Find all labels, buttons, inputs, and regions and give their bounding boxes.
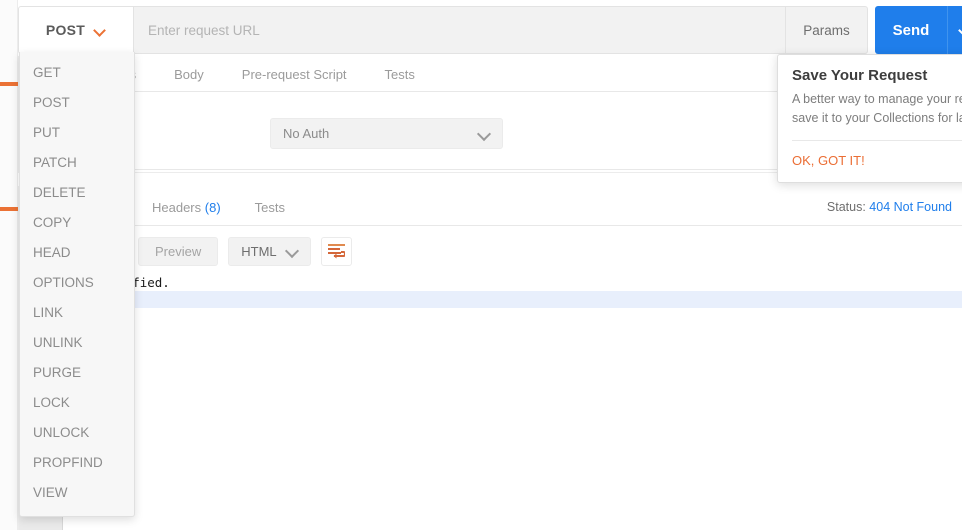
- code-line-selected: [60, 291, 962, 308]
- method-item-purge[interactable]: PURGE: [20, 358, 134, 388]
- response-format-value: HTML: [241, 243, 277, 259]
- response-tab-headers[interactable]: Headers (8): [135, 190, 238, 225]
- method-item-unlink[interactable]: UNLINK: [20, 328, 134, 358]
- chevron-down-icon: [478, 128, 490, 140]
- word-wrap-toggle[interactable]: [320, 236, 352, 266]
- status-label: Status:: [826, 200, 866, 214]
- url-input-placeholder: Enter request URL: [148, 22, 260, 38]
- status-value: 404 Not Found: [869, 200, 952, 214]
- send-button[interactable]: Send: [875, 6, 947, 54]
- status-badge: Status: 404 Not Found: [827, 190, 952, 225]
- code-line: le specified.: [60, 274, 962, 291]
- method-item-put[interactable]: PUT: [20, 118, 134, 148]
- method-item-post[interactable]: POST: [20, 88, 134, 118]
- save-popover-body-line-1: A better way to manage your re: [792, 92, 962, 106]
- chevron-down-icon: [286, 245, 298, 257]
- postman-window: POST Enter request URL Params Send Heade…: [0, 0, 962, 530]
- save-request-popover: Save Your Request A better way to manage…: [777, 54, 962, 183]
- word-wrap-icon: [327, 243, 345, 258]
- method-item-head[interactable]: HEAD: [20, 238, 134, 268]
- send-button-label: Send: [892, 21, 930, 39]
- url-input[interactable]: Enter request URL: [134, 6, 786, 54]
- save-popover-dismiss-button[interactable]: OK, GOT IT!: [778, 141, 962, 182]
- save-popover-body-line-2: save it to your Collections for la: [792, 111, 962, 125]
- preview-button-label: Preview: [155, 243, 202, 259]
- save-popover-body: A better way to manage your re save it t…: [778, 90, 962, 140]
- method-item-copy[interactable]: COPY: [20, 208, 134, 238]
- method-select-label: POST: [45, 22, 86, 38]
- chevron-down-icon: [959, 25, 962, 36]
- sidebar-accent-marker-2: [0, 207, 18, 211]
- response-tab-headers-label: Headers: [152, 200, 202, 215]
- method-select-button[interactable]: POST: [18, 6, 134, 54]
- method-item-unlock[interactable]: UNLOCK: [20, 418, 134, 448]
- method-item-patch[interactable]: PATCH: [20, 148, 134, 178]
- save-popover-title: Save Your Request: [792, 67, 928, 84]
- preview-button[interactable]: Preview: [138, 236, 219, 266]
- tab-body[interactable]: Body: [155, 58, 223, 91]
- method-item-link[interactable]: LINK: [20, 298, 134, 328]
- method-item-options[interactable]: OPTIONS: [20, 268, 134, 298]
- tab-tests[interactable]: Tests: [366, 58, 434, 91]
- auth-type-value: No Auth: [283, 126, 330, 141]
- method-item-propfind[interactable]: PROPFIND: [20, 448, 134, 478]
- tab-pre-request-script[interactable]: Pre-request Script: [223, 58, 366, 91]
- response-toolbar: Preview HTML: [60, 228, 962, 274]
- auth-type-select[interactable]: No Auth: [270, 118, 503, 149]
- response-tabs: Headers (8) Tests Status: 404 Not Found: [60, 190, 962, 226]
- sidebar-accent-marker-1: [0, 82, 18, 86]
- method-dropdown-menu: GET POST PUT PATCH DELETE COPY HEAD OPTI…: [19, 52, 135, 517]
- request-bar: POST Enter request URL Params Send: [18, 4, 962, 56]
- params-button-label: Params: [803, 22, 850, 38]
- chevron-down-icon: [95, 25, 106, 36]
- params-button[interactable]: Params: [786, 6, 868, 54]
- send-options-button[interactable]: [947, 6, 962, 54]
- method-item-lock[interactable]: LOCK: [20, 388, 134, 418]
- response-format-select[interactable]: HTML: [228, 236, 311, 266]
- method-item-get[interactable]: GET: [20, 58, 134, 88]
- response-tab-headers-count: (8): [204, 200, 221, 215]
- sidebar-edge: [0, 0, 18, 530]
- method-item-view[interactable]: VIEW: [20, 478, 134, 508]
- method-item-delete[interactable]: DELETE: [20, 178, 134, 208]
- response-tab-tests[interactable]: Tests: [238, 190, 302, 225]
- response-body[interactable]: le specified.: [60, 274, 962, 530]
